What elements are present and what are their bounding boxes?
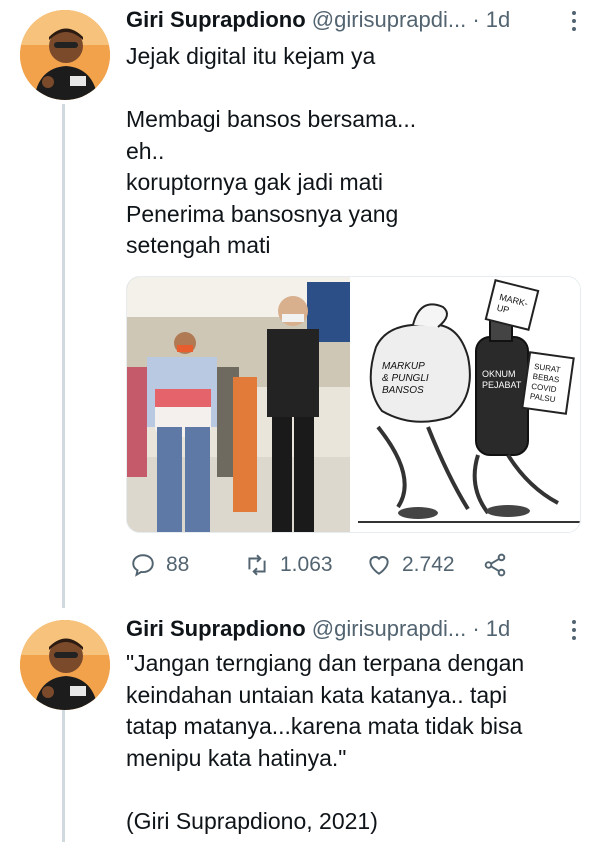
more-vertical-icon[interactable] (570, 11, 578, 35)
retweet-button[interactable]: 1.063 (244, 552, 333, 578)
cartoon-sack-label: MARKUP & PUNGLI BANSOS (382, 361, 429, 396)
photo-bansos-distribution[interactable] (127, 277, 350, 532)
retweet-count: 1.063 (280, 553, 333, 576)
avatar[interactable] (20, 620, 110, 710)
timestamp[interactable]: 1d (486, 616, 510, 641)
reply-icon (132, 554, 154, 577)
tweet-text: Jejak digital itu kejam ya Membagi banso… (126, 43, 417, 258)
cartoon-illustration[interactable]: MARKUP & PUNGLI BANSOS OKNUM PEJABAT MARK-U… (358, 277, 580, 532)
author-name[interactable]: Giri Suprapdiono (126, 616, 306, 641)
heart-icon (369, 556, 389, 575)
tweet-2[interactable]: Giri Suprapdiono @girisuprapdi... · 1d "… (0, 610, 600, 842)
separator: · (472, 7, 480, 32)
author-handle[interactable]: @girisuprapdi... (312, 616, 466, 641)
like-button[interactable]: 2.742 (366, 552, 455, 578)
reply-count: 88 (166, 553, 190, 576)
tweet-1[interactable]: Giri Suprapdiono @girisuprapdi... · 1d J… (0, 0, 600, 600)
author-handle[interactable]: @girisuprapdi... (312, 7, 466, 32)
share-icon (484, 553, 506, 577)
retweet-icon (248, 554, 266, 576)
separator: · (472, 616, 480, 641)
tweet-header: Giri Suprapdiono @girisuprapdi... · 1d (126, 6, 582, 34)
like-count: 2.742 (402, 553, 455, 576)
author-name[interactable]: Giri Suprapdiono (126, 7, 306, 32)
tweet-text: "Jangan terngiang dan terpana dengan kei… (126, 650, 525, 834)
reply-button[interactable]: 88 (130, 552, 189, 578)
timestamp[interactable]: 1d (486, 7, 510, 32)
tweet-media[interactable]: MARKUP & PUNGLI BANSOS OKNUM PEJABAT MARK-U… (126, 276, 581, 533)
tweet-header: Giri Suprapdiono @girisuprapdi... · 1d (126, 615, 582, 643)
avatar[interactable] (20, 10, 110, 100)
share-button[interactable] (482, 552, 518, 578)
more-vertical-icon[interactable] (570, 620, 578, 644)
